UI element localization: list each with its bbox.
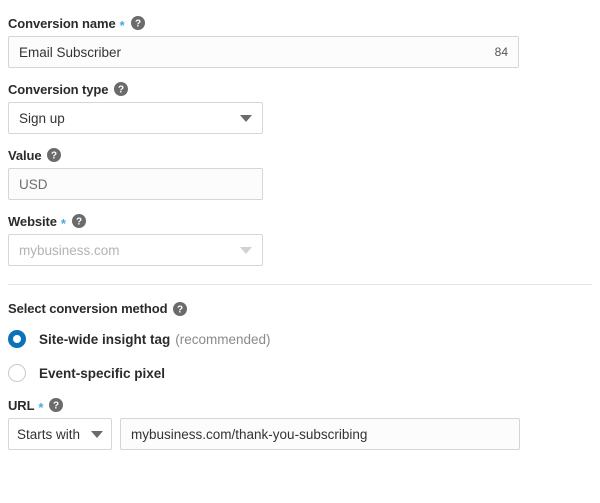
svg-text:?: ? <box>118 85 124 96</box>
help-circle-icon[interactable]: ? <box>71 214 86 228</box>
required-marker: * <box>38 399 44 415</box>
chevron-down-icon <box>240 246 252 254</box>
website-placeholder: mybusiness.com <box>19 242 120 258</box>
conversion-name-label: Conversion name <box>8 15 116 31</box>
url-label-row: URL * ? <box>8 397 592 415</box>
value-input-text: USD <box>19 176 48 192</box>
value-input[interactable]: USD <box>8 168 263 200</box>
value-label: Value <box>8 147 42 163</box>
url-match-type-select[interactable]: Starts with <box>8 418 112 450</box>
conversion-type-field-group: Conversion type ? Sign up <box>8 82 592 134</box>
url-input-value: mybusiness.com/thank-you-subscribing <box>131 426 368 442</box>
svg-text:?: ? <box>135 19 141 30</box>
radio-unselected-icon[interactable] <box>8 364 26 382</box>
conversion-method-group: Select conversion method ? Site-wide ins… <box>8 301 592 382</box>
svg-text:?: ? <box>51 151 57 162</box>
help-circle-icon[interactable]: ? <box>47 148 62 162</box>
conversion-name-input[interactable]: Email Subscriber 84 <box>8 36 519 68</box>
website-label: Website <box>8 213 57 229</box>
conversion-setup-form: Conversion name * ? Email Subscriber 84 … <box>0 0 600 450</box>
conversion-name-field-group: Conversion name * ? Email Subscriber 84 <box>8 16 592 68</box>
radio-label-site-wide-insight-tag: Site-wide insight tag <box>39 331 171 347</box>
url-input[interactable]: mybusiness.com/thank-you-subscribing <box>120 418 520 450</box>
url-match-type-value: Starts with <box>17 426 81 442</box>
conversion-type-label: Conversion type <box>8 81 109 97</box>
website-select[interactable]: mybusiness.com <box>8 234 263 266</box>
radio-selected-icon[interactable] <box>8 330 26 348</box>
help-circle-icon[interactable]: ? <box>49 398 64 412</box>
conversion-type-label-row: Conversion type ? <box>8 82 592 96</box>
chevron-down-icon <box>240 114 252 122</box>
svg-text:?: ? <box>53 401 59 412</box>
conversion-method-label-row: Select conversion method ? <box>8 301 592 316</box>
conversion-type-selected-value: Sign up <box>19 110 65 126</box>
conversion-name-label-row: Conversion name * ? <box>8 15 592 33</box>
website-label-row: Website * ? <box>8 213 592 231</box>
section-divider <box>8 284 592 285</box>
conversion-method-label: Select conversion method <box>8 301 168 316</box>
url-input-row: Starts with mybusiness.com/thank-you-sub… <box>8 418 592 450</box>
radio-option-site-wide-insight-tag[interactable]: Site-wide insight tag (recommended) <box>8 330 592 348</box>
help-circle-icon[interactable]: ? <box>173 301 188 316</box>
help-circle-icon[interactable]: ? <box>130 16 145 30</box>
radio-option-event-specific-pixel[interactable]: Event-specific pixel <box>8 364 592 382</box>
conversion-name-value: Email Subscriber <box>19 44 122 60</box>
required-marker: * <box>119 17 125 33</box>
url-field-group: URL * ? Starts with mybusiness.com/thank… <box>8 398 592 450</box>
website-field-group: Website * ? mybusiness.com <box>8 214 592 266</box>
radio-hint-recommended: (recommended) <box>175 331 271 347</box>
url-label: URL <box>8 397 35 413</box>
help-circle-icon[interactable]: ? <box>114 82 129 96</box>
value-label-row: Value ? <box>8 148 592 162</box>
character-counter: 84 <box>494 45 508 59</box>
required-marker: * <box>60 215 66 231</box>
conversion-type-select[interactable]: Sign up <box>8 102 263 134</box>
value-field-group: Value ? USD <box>8 148 592 200</box>
svg-text:?: ? <box>76 217 82 228</box>
chevron-down-icon <box>91 430 103 438</box>
svg-text:?: ? <box>177 304 183 315</box>
radio-label-event-specific-pixel: Event-specific pixel <box>39 365 166 381</box>
